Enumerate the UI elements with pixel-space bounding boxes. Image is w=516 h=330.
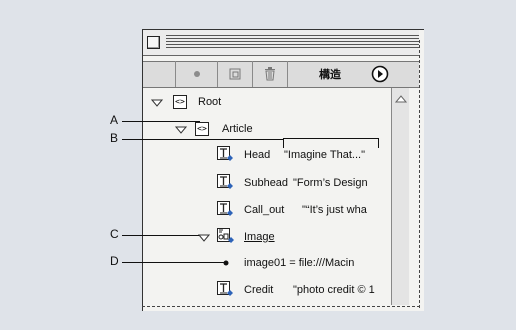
disclosure-triangle-icon[interactable] — [175, 126, 187, 134]
text-element-icon — [217, 281, 233, 296]
callout-label: B — [110, 131, 119, 145]
vertical-scrollbar[interactable] — [391, 88, 409, 305]
panel-menu-button[interactable] — [370, 64, 390, 84]
element-value: "photo credit © 1 — [293, 284, 375, 296]
callout-label: A — [110, 113, 119, 127]
callout-c-line — [122, 235, 199, 236]
callout-b-line — [122, 139, 283, 140]
image-element-icon — [217, 228, 234, 243]
callout-label: C — [110, 227, 119, 241]
element-value: "Imagine That..." — [284, 149, 365, 161]
attribute-bullet-icon — [223, 260, 229, 266]
callout-b-bracket — [283, 138, 379, 139]
dot-icon — [193, 71, 200, 77]
text-element-icon — [217, 174, 233, 189]
panel-menu-arrow-icon — [371, 65, 389, 83]
element-tag[interactable]: Credit — [244, 284, 273, 296]
panel-edge-right — [419, 40, 420, 308]
show-text-snippets-button[interactable] — [218, 62, 252, 86]
disclosure-triangle-icon[interactable] — [198, 234, 210, 242]
image-element-label[interactable]: Image — [244, 231, 275, 243]
panel-edge-bottom — [142, 306, 420, 307]
callout-b-bracket — [283, 138, 284, 148]
root-element-label[interactable]: Root — [198, 96, 221, 108]
callout-b-bracket — [378, 138, 379, 148]
element-tag[interactable]: Subhead — [244, 177, 288, 189]
attribute-text[interactable]: image01 = file:///Macin — [244, 257, 354, 269]
scroll-up-arrow-icon[interactable] — [395, 95, 407, 103]
element-tag[interactable]: Head — [244, 149, 270, 161]
text-element-icon — [217, 146, 233, 161]
article-element-label[interactable]: Article — [222, 123, 253, 135]
element-icon: <> — [195, 122, 209, 136]
element-tag[interactable]: Call_out — [244, 204, 284, 216]
title-bar-stripes — [166, 35, 419, 50]
callout-d-line — [122, 262, 225, 263]
element-value: "“It’s just wha — [302, 204, 367, 216]
toolbar-divider — [287, 61, 288, 87]
callout-label: D — [110, 254, 119, 268]
callout-a-line — [122, 121, 200, 122]
trash-icon — [265, 67, 275, 81]
disclosure-triangle-icon[interactable] — [151, 99, 163, 107]
delete-button[interactable] — [253, 62, 287, 86]
text-element-icon — [217, 201, 233, 216]
page-icon — [229, 68, 241, 80]
new-attribute-button[interactable] — [176, 62, 217, 86]
close-box-icon[interactable] — [147, 36, 160, 49]
element-value: "Form’s Design — [293, 177, 368, 189]
element-icon: <> — [173, 95, 187, 109]
structure-title: 構造 — [319, 68, 341, 81]
